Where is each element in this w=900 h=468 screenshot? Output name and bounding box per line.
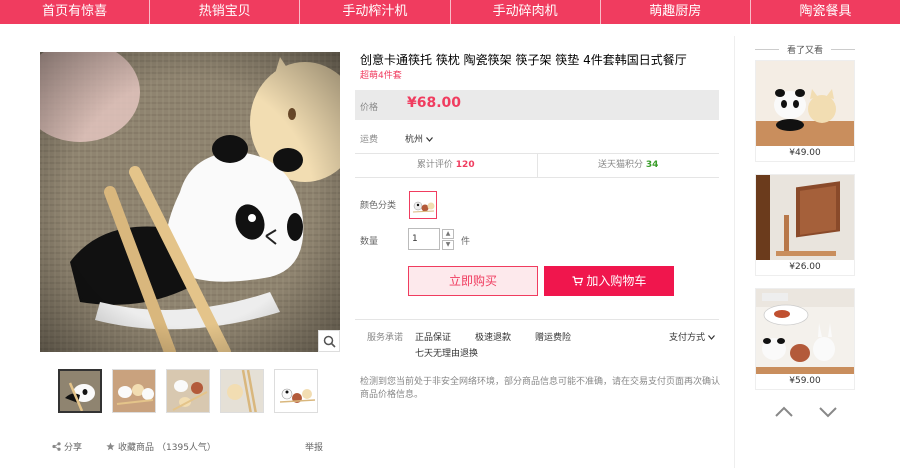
add-to-cart-label: 加入购物车 <box>586 274 647 288</box>
see-also-item[interactable]: ¥59.00 <box>755 288 855 390</box>
price-value: ¥68.00 <box>407 95 462 111</box>
stats-bar: 累计评价 120 送天猫积分 34 <box>355 153 719 178</box>
product-title: 创意卡通筷托 筷枕 陶瓷筷架 筷子架 筷垫 4件套韩国日式餐厅 <box>360 53 687 67</box>
quantity-input[interactable]: 1 <box>408 228 440 250</box>
points-stat: 送天猫积分 34 <box>538 154 720 177</box>
see-also-price: ¥59.00 <box>789 376 821 386</box>
shipping-label: 运费 <box>360 135 379 145</box>
thumbnail-1[interactable] <box>58 369 102 413</box>
share-link[interactable]: 分享 <box>64 440 82 453</box>
buy-now-button[interactable]: 立即购买 <box>408 266 538 296</box>
shipping-city: 杭州 <box>405 135 424 145</box>
see-also-image <box>756 289 854 374</box>
favorite-count: （1395人气） <box>157 443 216 453</box>
promise-shipping-insurance[interactable]: 赠运费险 <box>535 330 571 343</box>
security-notice: 检测到您当前处于非安全网络环境，部分商品信息可能不准确，请在交易支付页面再次确认… <box>360 377 721 400</box>
price-label: 价格 <box>360 103 379 113</box>
see-also-price: ¥49.00 <box>789 148 821 158</box>
panda-chopstick-rest-photo <box>40 52 340 352</box>
points-label: 送天猫积分 <box>598 160 644 170</box>
see-also-sidebar: 看了又看 ¥49.00 ¥26.00 ¥59.00 <box>734 36 872 468</box>
payment-methods-label: 支付方式 <box>669 333 706 343</box>
share-row: 分享 收藏商品 （1395人气） 举报 <box>52 440 326 453</box>
promise-fast-refund[interactable]: 极速退款 <box>475 330 511 343</box>
shipping-row: 运费 杭州 <box>360 132 433 145</box>
reviews-count: 120 <box>455 160 475 170</box>
reviews-label: 累计评价 <box>416 160 453 170</box>
thumbnail-3[interactable] <box>166 369 210 413</box>
top-nav: 首页有惊喜 热销宝贝 手动榨汁机 手动碎肉机 萌趣厨房 陶瓷餐具 <box>0 0 900 24</box>
zoom-icon <box>323 335 336 348</box>
points-count: 34 <box>645 160 659 170</box>
thumbnail-4[interactable] <box>220 369 264 413</box>
quantity-increase-button[interactable]: ▲ <box>442 229 454 239</box>
color-option[interactable] <box>409 191 437 219</box>
shipping-city-select[interactable]: 杭州 <box>405 132 433 145</box>
color-label: 颜色分类 <box>360 201 397 211</box>
star-icon <box>106 442 115 451</box>
add-to-cart-button[interactable]: 加入购物车 <box>544 266 674 296</box>
see-also-price: ¥26.00 <box>789 262 821 272</box>
see-also-image <box>756 175 854 260</box>
reviews-stat[interactable]: 累计评价 120 <box>355 154 538 177</box>
product-main-image[interactable] <box>40 52 340 352</box>
nav-item-hot[interactable]: 热销宝贝 <box>149 0 299 24</box>
nav-item-home[interactable]: 首页有惊喜 <box>0 0 149 24</box>
report-link[interactable]: 举报 <box>305 440 323 453</box>
nav-item-ceramic[interactable]: 陶瓷餐具 <box>749 0 900 24</box>
zoom-button[interactable] <box>318 330 340 352</box>
service-promise: 服务承诺 正品保证 极速退款 赠运费险 七天无理由退换 支付方式 <box>355 319 719 364</box>
chevron-down-icon <box>707 335 715 340</box>
see-also-image <box>756 61 854 146</box>
promise-seven-day-return[interactable]: 七天无理由退换 <box>415 346 478 359</box>
quantity-decrease-button[interactable]: ▼ <box>442 240 454 250</box>
promise-genuine[interactable]: 正品保证 <box>415 330 451 343</box>
favorite-link[interactable]: 收藏商品 <box>118 440 154 453</box>
see-also-item[interactable]: ¥49.00 <box>755 60 855 162</box>
chevron-down-icon <box>425 137 433 142</box>
nav-item-mincer[interactable]: 手动碎肉机 <box>449 0 600 24</box>
product-subtitle: 超萌4件套 <box>360 71 402 81</box>
payment-methods-toggle[interactable]: 支付方式 <box>669 330 715 343</box>
color-option-image <box>410 192 436 218</box>
cart-icon <box>572 276 583 286</box>
chevron-up-icon[interactable] <box>775 406 793 418</box>
nav-item-kitchen[interactable]: 萌趣厨房 <box>599 0 750 24</box>
see-also-item[interactable]: ¥26.00 <box>755 174 855 276</box>
nav-item-juicer[interactable]: 手动榨汁机 <box>299 0 449 24</box>
promise-label: 服务承诺 <box>367 333 404 343</box>
thumbnail-strip <box>58 369 328 413</box>
chevron-down-icon[interactable] <box>819 406 837 418</box>
quantity-label: 数量 <box>360 237 379 247</box>
price-box: 价格 ¥68.00 <box>355 90 719 120</box>
thumbnail-2[interactable] <box>112 369 156 413</box>
thumbnail-5[interactable] <box>274 369 318 413</box>
see-also-heading: 看了又看 <box>755 43 855 56</box>
quantity-unit: 件 <box>461 237 471 247</box>
share-icon <box>52 442 61 451</box>
